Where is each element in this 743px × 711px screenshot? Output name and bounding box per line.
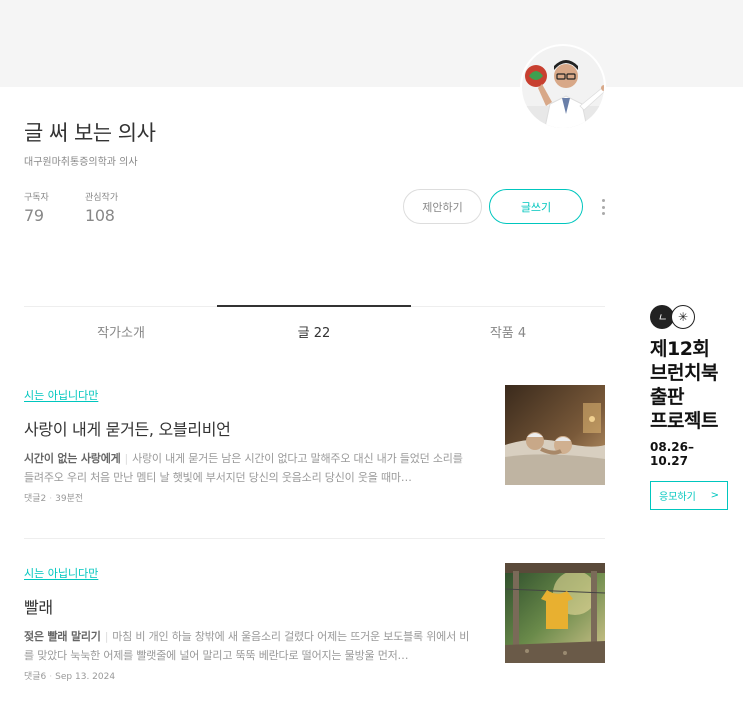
- banner-title: 제12회 브런치북 출판 프로젝트: [650, 337, 730, 433]
- post-item[interactable]: 시는 아닙니다만 빨래 젖은 빨래 말리기 | 마침 비 개인 하늘 창밖에 새 울…: [24, 562, 605, 692]
- post-comments: 댓글6: [24, 672, 47, 682]
- post-meta: 댓글2 · 39분전: [24, 494, 84, 504]
- excerpt-separator: |: [104, 630, 109, 643]
- following-count: 108: [85, 206, 115, 225]
- post-meta: 댓글6 · Sep 13. 2024: [24, 672, 116, 682]
- post-subtitle: 젖은 빨래 말리기: [24, 630, 101, 643]
- post-category-link[interactable]: 시는 아닙니다만: [24, 565, 98, 581]
- avatar-image: [522, 46, 604, 128]
- post-category-link[interactable]: 시는 아닙니다만: [24, 387, 98, 403]
- apply-button-label: 응모하기: [659, 492, 696, 503]
- following-stat[interactable]: 관심작가 108: [85, 190, 118, 225]
- profile-cover: [0, 0, 743, 87]
- banner-title-line: 출판: [650, 386, 684, 408]
- post-divider: [24, 538, 605, 539]
- chevron-right-icon: >: [710, 490, 719, 501]
- excerpt-separator: |: [124, 452, 129, 465]
- post-thumbnail-image: [505, 385, 605, 485]
- active-tab-indicator: [217, 305, 411, 307]
- post-thumbnail[interactable]: [505, 563, 605, 663]
- tab-author-intro[interactable]: 작가소개: [24, 322, 218, 341]
- profile-avatar[interactable]: [520, 44, 606, 130]
- post-time: 39분전: [55, 494, 84, 504]
- asterisk-logo-icon: ✳: [671, 305, 695, 329]
- subscriber-stat[interactable]: 구독자 79: [24, 190, 49, 225]
- post-excerpt: 젖은 빨래 말리기 | 마침 비 개인 하늘 창밖에 새 울음소리 걸렸다 어제는 …: [24, 627, 474, 665]
- profile-description: 대구원마취통증의학과 의사: [24, 157, 138, 168]
- post-subtitle: 시간이 없는 사랑에게: [24, 452, 121, 465]
- propose-button[interactable]: 제안하기: [403, 189, 482, 224]
- post-time: Sep 13. 2024: [55, 672, 116, 682]
- brunch-book-banner[interactable]: ㄴ ✳ 제12회 브런치북 출판 프로젝트 08.26– 10.27 응모하기 …: [650, 305, 730, 510]
- banner-title-line: 프로젝트: [650, 410, 718, 432]
- tab-works[interactable]: 작품 4: [411, 322, 605, 341]
- banner-title-line: 브런치북: [650, 362, 718, 384]
- tab-posts[interactable]: 글 22: [217, 322, 411, 341]
- banner-date: 08.26– 10.27: [650, 440, 694, 468]
- post-item[interactable]: 시는 아닙니다만 사랑이 내게 묻거든, 오블리비언 시간이 없는 사랑에게 | 사…: [24, 384, 605, 514]
- apply-button[interactable]: 응모하기 >: [650, 481, 728, 510]
- post-thumbnail-image: [505, 563, 605, 663]
- banner-title-line: 제12회: [650, 338, 710, 360]
- following-label: 관심작가: [85, 193, 119, 203]
- post-thumbnail[interactable]: [505, 385, 605, 485]
- write-button[interactable]: 글쓰기: [489, 189, 583, 224]
- profile-name: 글 써 보는 의사: [24, 121, 156, 145]
- post-excerpt: 시간이 없는 사랑에게 | 사랑이 내게 묻거든 남은 시간이 없다고 말해주오 대…: [24, 449, 474, 487]
- subscriber-count: 79: [24, 206, 44, 225]
- banner-logo: ㄴ ✳: [650, 305, 730, 329]
- post-comments: 댓글2: [24, 494, 47, 504]
- more-vertical-icon[interactable]: [597, 197, 609, 217]
- subscriber-label: 구독자: [24, 193, 49, 203]
